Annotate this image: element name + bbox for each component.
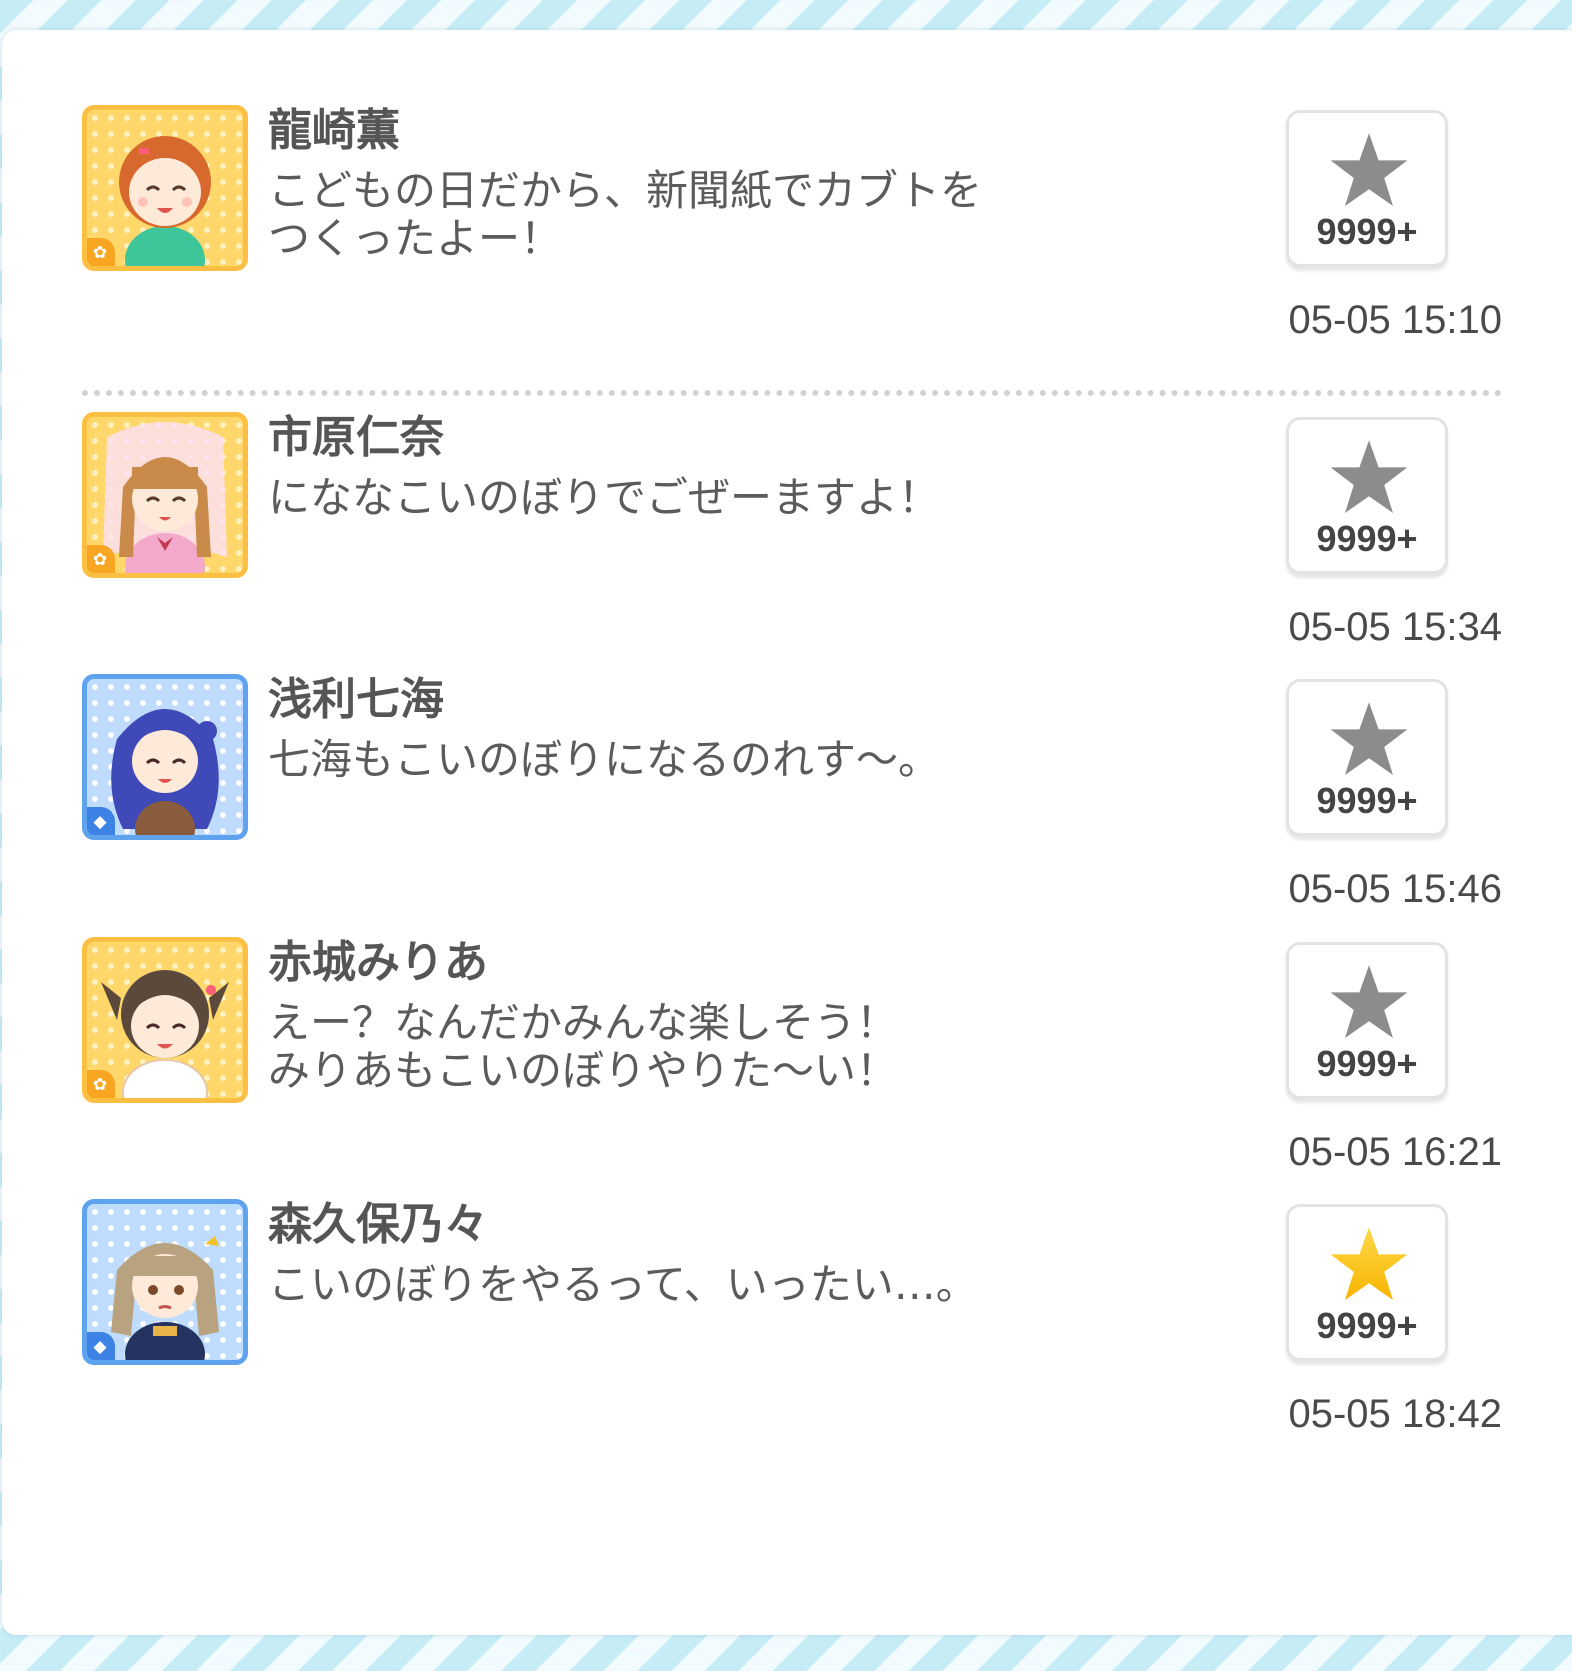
comment-text: 七海もこいのぼりになるのれす〜。 [268, 735, 941, 784]
author-name[interactable]: 市原仁奈 [268, 408, 444, 468]
like-button[interactable]: 9999+ [1286, 1204, 1448, 1361]
flower-icon: ✿ [87, 545, 115, 573]
like-button[interactable]: 9999+ [1286, 417, 1448, 574]
timestamp: 05-05 15:46 [1288, 867, 1502, 911]
avatar[interactable]: ◆ [82, 1199, 248, 1365]
star-icon [1330, 133, 1408, 206]
like-count: 9999+ [1316, 1043, 1418, 1084]
avatar[interactable]: ✿ [82, 937, 248, 1103]
star-icon [1330, 965, 1408, 1038]
avatar[interactable]: ✿ [82, 105, 248, 271]
timestamp: 05-05 15:34 [1288, 605, 1502, 649]
flower-icon: ✿ [87, 1070, 115, 1098]
diamond-icon: ◆ [87, 807, 115, 835]
comment-text: こいのぼりをやるって、いったい…。 [268, 1260, 978, 1309]
timestamp: 05-05 15:10 [1288, 298, 1502, 342]
like-count: 9999+ [1316, 1305, 1418, 1346]
star-icon [1330, 1227, 1408, 1300]
avatar[interactable]: ✿ [82, 412, 248, 578]
star-icon [1330, 440, 1408, 513]
flower-icon: ✿ [87, 238, 115, 266]
diamond-icon: ◆ [87, 1332, 115, 1360]
timestamp: 05-05 16:21 [1288, 1130, 1502, 1174]
author-name[interactable]: 森久保乃々 [268, 1195, 488, 1255]
avatar[interactable]: ◆ [82, 674, 248, 840]
like-count: 9999+ [1316, 780, 1418, 821]
comment-text: にななこいのぼりでごぜーますよ！ [268, 473, 941, 522]
star-icon [1330, 702, 1408, 775]
like-count: 9999+ [1316, 518, 1418, 559]
author-name[interactable]: 赤城みりあ [268, 933, 488, 993]
divider [82, 390, 1502, 396]
like-count: 9999+ [1316, 211, 1418, 252]
author-name[interactable]: 浅利七海 [268, 670, 444, 730]
like-button[interactable]: 9999+ [1286, 110, 1448, 267]
like-button[interactable]: 9999+ [1286, 942, 1448, 1099]
comment-text: こどもの日だから、新聞紙でカブトを つくったよー！ [268, 166, 983, 263]
like-button[interactable]: 9999+ [1286, 679, 1448, 836]
timestamp: 05-05 18:42 [1288, 1392, 1502, 1436]
author-name[interactable]: 龍崎薫 [268, 101, 400, 161]
comment-text: えー？なんだかみんな楽しそう！ みりあもこいのぼりやりた〜い！ [268, 998, 899, 1095]
